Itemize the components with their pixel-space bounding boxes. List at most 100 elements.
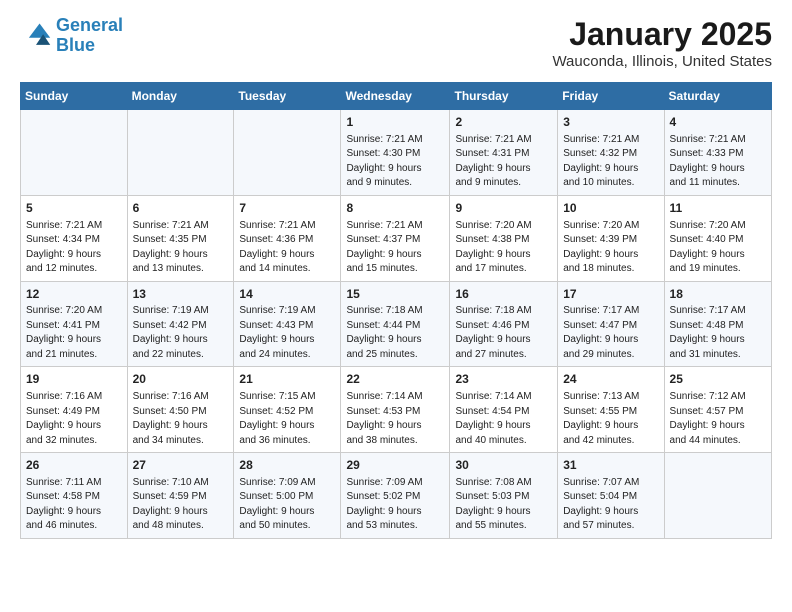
calendar-cell: [234, 110, 341, 196]
calendar-week-row: 12Sunrise: 7:20 AM Sunset: 4:41 PM Dayli…: [21, 281, 772, 367]
day-number: 24: [563, 371, 658, 388]
calendar-cell: 3Sunrise: 7:21 AM Sunset: 4:32 PM Daylig…: [558, 110, 664, 196]
calendar-cell: 12Sunrise: 7:20 AM Sunset: 4:41 PM Dayli…: [21, 281, 128, 367]
day-number: 5: [26, 200, 122, 217]
calendar-week-row: 26 Sunrise: 7:11 AM Sunset: 4:58 PM Dayli…: [21, 453, 772, 539]
day-content: Sunrise: 7:21 AM Sunset: 4:37 PM Dayligh…: [346, 219, 444, 277]
day-number: 9: [455, 200, 552, 217]
calendar-cell: 23 Sunrise: 7:14 AM Sunset: 4:54 PM Dayli…: [450, 367, 558, 453]
calendar-cell: 15Sunrise: 7:18 AM Sunset: 4:44 PM Dayli…: [341, 281, 450, 367]
day-content: Sunrise: 7:14 AM Sunset: 4:53 PM Dayligh…: [346, 390, 444, 448]
calendar-cell: 22 Sunrise: 7:14 AM Sunset: 4:53 PM Dayli…: [341, 367, 450, 453]
calendar-cell: 9 Sunrise: 7:20 AM Sunset: 4:38 PM Daylig…: [450, 195, 558, 281]
calendar-cell: 27 Sunrise: 7:10 AM Sunset: 4:59 PM Dayli…: [127, 453, 234, 539]
day-content: Sunrise: 7:20 AM Sunset: 4:41 PM Dayligh…: [26, 304, 122, 362]
calendar-cell: 21 Sunrise: 7:15 AM Sunset: 4:52 PM Dayli…: [234, 367, 341, 453]
day-header-friday: Friday: [558, 83, 664, 110]
day-content: Sunrise: 7:14 AM Sunset: 4:54 PM Dayligh…: [455, 390, 552, 448]
day-number: 10: [563, 200, 658, 217]
day-number: 21: [239, 371, 335, 388]
day-content: Sunrise: 7:21 AM Sunset: 4:31 PM Dayligh…: [455, 133, 552, 191]
logo-icon: [20, 20, 52, 52]
day-number: 11: [670, 200, 766, 217]
day-number: 18: [670, 286, 766, 303]
calendar-cell: 14Sunrise: 7:19 AM Sunset: 4:43 PM Dayli…: [234, 281, 341, 367]
day-number: 7: [239, 200, 335, 217]
calendar-cell: 19Sunrise: 7:16 AM Sunset: 4:49 PM Dayli…: [21, 367, 128, 453]
day-content: Sunrise: 7:19 AM Sunset: 4:43 PM Dayligh…: [239, 304, 335, 362]
calendar-week-row: 1Sunrise: 7:21 AM Sunset: 4:30 PM Daylig…: [21, 110, 772, 196]
day-number: 17: [563, 286, 658, 303]
day-content: Sunrise: 7:20 AM Sunset: 4:38 PM Dayligh…: [455, 219, 552, 277]
calendar-header-row: SundayMondayTuesdayWednesdayThursdayFrid…: [21, 83, 772, 110]
day-content: Sunrise: 7:13 AM Sunset: 4:55 PM Dayligh…: [563, 390, 658, 448]
page-header: General Blue January 2025 Wauconda, Illi…: [20, 16, 772, 70]
calendar-cell: 6 Sunrise: 7:21 AM Sunset: 4:35 PM Daylig…: [127, 195, 234, 281]
day-content: Sunrise: 7:09 AM Sunset: 5:00 PM Dayligh…: [239, 476, 335, 534]
day-content: Sunrise: 7:18 AM Sunset: 4:46 PM Dayligh…: [455, 304, 552, 362]
day-header-monday: Monday: [127, 83, 234, 110]
calendar-table: SundayMondayTuesdayWednesdayThursdayFrid…: [20, 82, 772, 539]
day-header-wednesday: Wednesday: [341, 83, 450, 110]
logo-line1: General: [56, 15, 123, 35]
day-content: Sunrise: 7:08 AM Sunset: 5:03 PM Dayligh…: [455, 476, 552, 534]
subtitle: Wauconda, Illinois, United States: [552, 53, 772, 70]
day-number: 25: [670, 371, 766, 388]
calendar-week-row: 19Sunrise: 7:16 AM Sunset: 4:49 PM Dayli…: [21, 367, 772, 453]
calendar-cell: 2 Sunrise: 7:21 AM Sunset: 4:31 PM Daylig…: [450, 110, 558, 196]
day-header-tuesday: Tuesday: [234, 83, 341, 110]
day-content: Sunrise: 7:17 AM Sunset: 4:48 PM Dayligh…: [670, 304, 766, 362]
day-number: 23: [455, 371, 552, 388]
day-number: 12: [26, 286, 122, 303]
calendar-cell: 11Sunrise: 7:20 AM Sunset: 4:40 PM Dayli…: [664, 195, 771, 281]
day-content: Sunrise: 7:07 AM Sunset: 5:04 PM Dayligh…: [563, 476, 658, 534]
calendar-cell: 5 Sunrise: 7:21 AM Sunset: 4:34 PM Daylig…: [21, 195, 128, 281]
calendar-cell: [21, 110, 128, 196]
day-content: Sunrise: 7:20 AM Sunset: 4:39 PM Dayligh…: [563, 219, 658, 277]
day-content: Sunrise: 7:10 AM Sunset: 4:59 PM Dayligh…: [133, 476, 229, 534]
logo: General Blue: [20, 16, 123, 56]
calendar-cell: 28 Sunrise: 7:09 AM Sunset: 5:00 PM Dayli…: [234, 453, 341, 539]
day-number: 15: [346, 286, 444, 303]
day-header-thursday: Thursday: [450, 83, 558, 110]
day-content: Sunrise: 7:21 AM Sunset: 4:33 PM Dayligh…: [670, 133, 766, 191]
day-content: Sunrise: 7:21 AM Sunset: 4:30 PM Dayligh…: [346, 133, 444, 191]
title-block: January 2025 Wauconda, Illinois, United …: [552, 16, 772, 70]
day-number: 26: [26, 457, 122, 474]
day-number: 13: [133, 286, 229, 303]
calendar-cell: 17Sunrise: 7:17 AM Sunset: 4:47 PM Dayli…: [558, 281, 664, 367]
day-number: 20: [133, 371, 229, 388]
day-number: 22: [346, 371, 444, 388]
day-number: 27: [133, 457, 229, 474]
calendar-cell: 26 Sunrise: 7:11 AM Sunset: 4:58 PM Dayli…: [21, 453, 128, 539]
day-content: Sunrise: 7:21 AM Sunset: 4:32 PM Dayligh…: [563, 133, 658, 191]
logo-text: General Blue: [56, 16, 123, 56]
day-number: 16: [455, 286, 552, 303]
calendar-cell: 16Sunrise: 7:18 AM Sunset: 4:46 PM Dayli…: [450, 281, 558, 367]
calendar-cell: 20Sunrise: 7:16 AM Sunset: 4:50 PM Dayli…: [127, 367, 234, 453]
day-content: Sunrise: 7:12 AM Sunset: 4:57 PM Dayligh…: [670, 390, 766, 448]
main-title: January 2025: [552, 16, 772, 53]
day-header-sunday: Sunday: [21, 83, 128, 110]
day-content: Sunrise: 7:18 AM Sunset: 4:44 PM Dayligh…: [346, 304, 444, 362]
day-number: 4: [670, 114, 766, 131]
day-content: Sunrise: 7:21 AM Sunset: 4:34 PM Dayligh…: [26, 219, 122, 277]
day-content: Sunrise: 7:17 AM Sunset: 4:47 PM Dayligh…: [563, 304, 658, 362]
calendar-cell: 10 Sunrise: 7:20 AM Sunset: 4:39 PM Dayli…: [558, 195, 664, 281]
day-number: 2: [455, 114, 552, 131]
calendar-cell: 31Sunrise: 7:07 AM Sunset: 5:04 PM Dayli…: [558, 453, 664, 539]
day-content: Sunrise: 7:21 AM Sunset: 4:36 PM Dayligh…: [239, 219, 335, 277]
day-number: 30: [455, 457, 552, 474]
logo-line2: Blue: [56, 35, 95, 55]
calendar-cell: 13Sunrise: 7:19 AM Sunset: 4:42 PM Dayli…: [127, 281, 234, 367]
day-content: Sunrise: 7:21 AM Sunset: 4:35 PM Dayligh…: [133, 219, 229, 277]
day-number: 14: [239, 286, 335, 303]
calendar-cell: 7 Sunrise: 7:21 AM Sunset: 4:36 PM Daylig…: [234, 195, 341, 281]
day-number: 29: [346, 457, 444, 474]
calendar-cell: 18Sunrise: 7:17 AM Sunset: 4:48 PM Dayli…: [664, 281, 771, 367]
day-number: 28: [239, 457, 335, 474]
day-content: Sunrise: 7:11 AM Sunset: 4:58 PM Dayligh…: [26, 476, 122, 534]
day-number: 6: [133, 200, 229, 217]
day-content: Sunrise: 7:15 AM Sunset: 4:52 PM Dayligh…: [239, 390, 335, 448]
calendar-cell: 1Sunrise: 7:21 AM Sunset: 4:30 PM Daylig…: [341, 110, 450, 196]
